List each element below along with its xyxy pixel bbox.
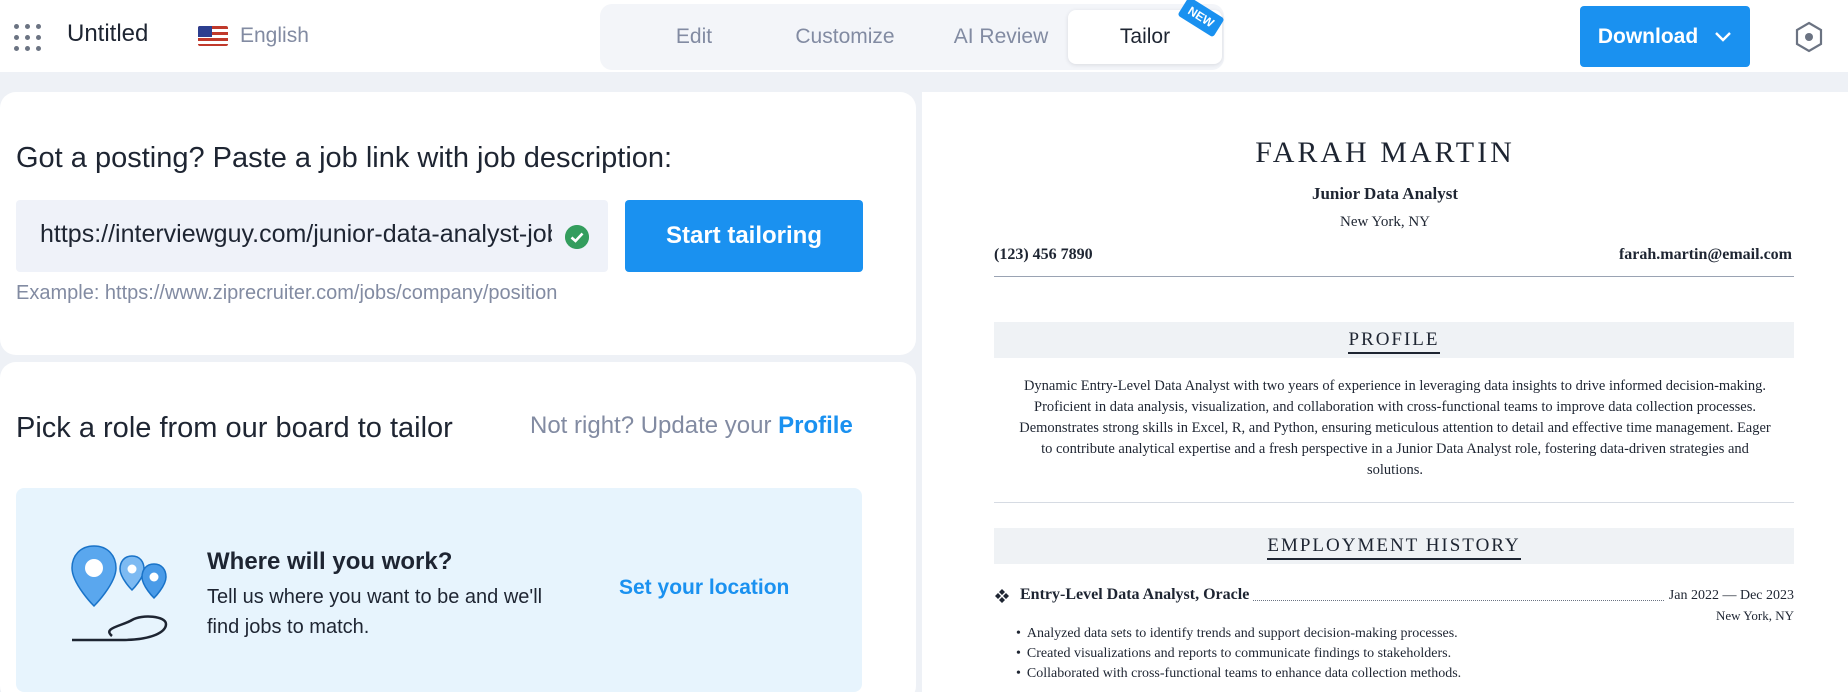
profile-section-header: PROFILE	[994, 322, 1794, 358]
job-location: New York, NY	[1715, 608, 1794, 623]
document-title[interactable]: Untitled	[67, 20, 148, 48]
employment-section-header: EMPLOYMENT HISTORY	[994, 528, 1794, 564]
tab-customize[interactable]: Customize	[770, 10, 920, 64]
profile-divider	[994, 502, 1794, 503]
set-location-link[interactable]: Set your location	[619, 576, 789, 600]
top-bar: Untitled English Edit Customize AI Revie…	[0, 0, 1848, 72]
job-link-card: Got a posting? Paste a job link with job…	[0, 92, 916, 355]
list-item: Collaborated with cross-functional teams…	[1016, 664, 1461, 684]
resume-name: FARAH MARTIN	[1255, 136, 1515, 169]
job-dates: Jan 2022 — Dec 2023	[1668, 588, 1794, 603]
role-board-heading: Pick a role from our board to tailor	[16, 412, 453, 444]
not-right-prefix: Not right? Update your	[530, 412, 772, 439]
resume-job-title: Junior Data Analyst	[1311, 184, 1459, 203]
example-link-text: Example: https://www.ziprecruiter.com/jo…	[16, 282, 558, 304]
language-label: English	[240, 24, 309, 47]
posting-heading: Got a posting? Paste a job link with job…	[16, 142, 673, 174]
settings-hexagon-icon[interactable]	[1794, 21, 1824, 53]
resume-phone: (123) 456 7890	[994, 246, 1093, 263]
download-button[interactable]: Download	[1580, 6, 1750, 67]
job-entry: Entry-Level Data Analyst, Oracle Jan 202…	[994, 586, 1794, 606]
resume-email: farah.martin@email.com	[1618, 246, 1792, 263]
editor-tabs: Edit Customize AI Review Tailor	[600, 4, 1224, 70]
valid-check-icon	[565, 225, 589, 249]
contact-divider	[994, 276, 1794, 277]
resume-preview: FARAH MARTIN Junior Data Analyst New Yor…	[922, 92, 1848, 692]
job-link-input[interactable]: https://interviewguy.com/junior-data-ana…	[16, 200, 608, 272]
role-board-card: Pick a role from our board to tailor Not…	[0, 362, 916, 692]
location-pins-icon	[71, 545, 168, 642]
tab-ai-review[interactable]: AI Review	[926, 10, 1076, 64]
download-label: Download	[1597, 24, 1699, 48]
apps-grid-icon[interactable]	[14, 24, 42, 52]
chevron-down-icon	[1715, 31, 1732, 42]
job-link-value: https://interviewguy.com/junior-data-ana…	[40, 220, 552, 248]
resume-city: New York, NY	[1339, 214, 1430, 230]
update-profile-text: Not right? Update your Profile	[530, 412, 853, 440]
employment-heading: EMPLOYMENT HISTORY	[1267, 535, 1521, 560]
list-item: Created visualizations and reports to co…	[1016, 644, 1461, 664]
language-selector[interactable]: English	[198, 24, 309, 48]
location-title: Where will you work?	[207, 548, 453, 575]
us-flag-icon	[198, 26, 228, 46]
job-bullets: Analyzed data sets to identify trends an…	[1016, 624, 1461, 684]
profile-link[interactable]: Profile	[778, 412, 853, 439]
diamond-bullet-icon	[995, 589, 1009, 603]
tab-edit[interactable]: Edit	[624, 10, 764, 64]
start-tailoring-button[interactable]: Start tailoring	[625, 200, 863, 272]
location-description: Tell us where you want to be and we'll f…	[207, 586, 543, 638]
profile-summary: Dynamic Entry-Level Data Analyst with tw…	[1019, 378, 1771, 478]
list-item: Analyzed data sets to identify trends an…	[1016, 624, 1461, 644]
profile-heading: PROFILE	[1348, 329, 1440, 354]
job-title: Entry-Level Data Analyst, Oracle	[1020, 586, 1254, 604]
location-prompt: Where will you work? Tell us where you w…	[16, 488, 862, 692]
